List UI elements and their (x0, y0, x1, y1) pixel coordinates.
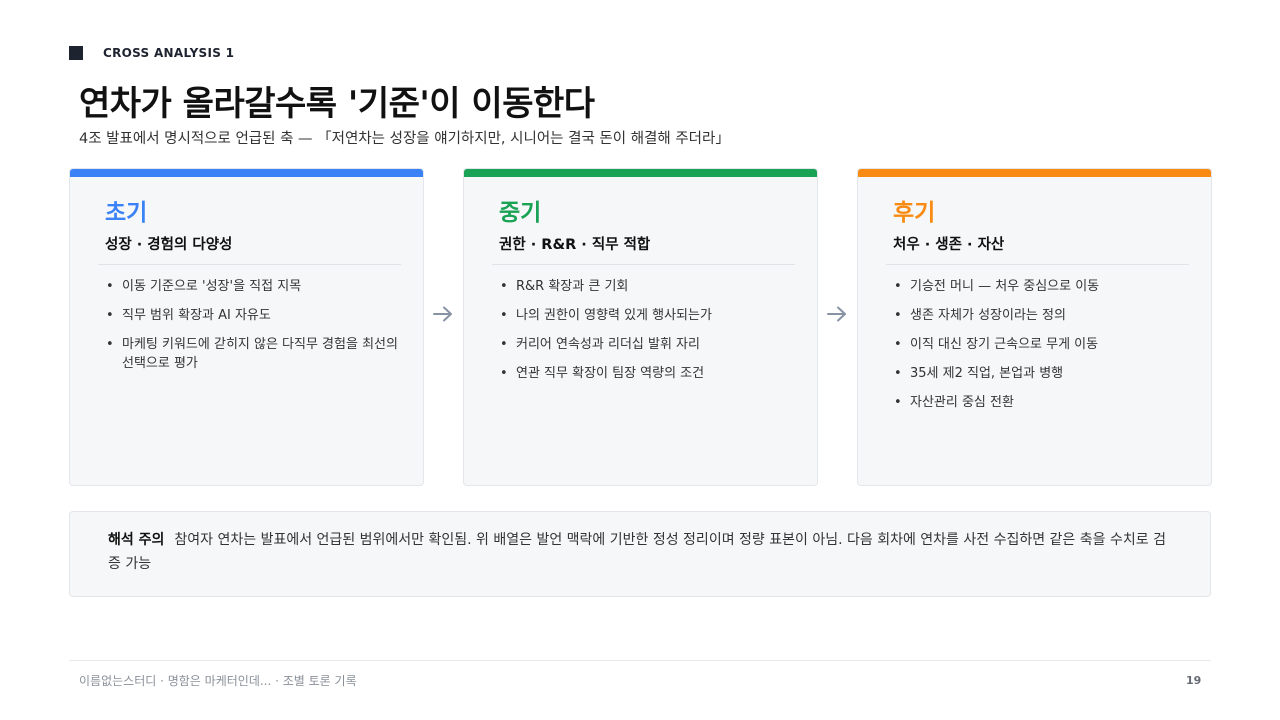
list-item: R&R 확장과 큰 기회 (500, 277, 793, 296)
page-subtitle: 4조 발표에서 명시적으로 언급된 축 — 「저연차는 성장을 얘기하지만, 시… (79, 131, 730, 147)
card-accent-bar (70, 169, 423, 177)
list-item: 나의 권한이 영향력 있게 행사되는가 (500, 306, 793, 325)
list-item: 연관 직무 확장이 팀장 역량의 조건 (500, 364, 793, 383)
page-title: 연차가 올라갈수록 '기준'이 이동한다 (79, 84, 595, 124)
footer-text: 이름없는스터디 · 명함은 마케터인데... · 조별 토론 기록 (79, 674, 357, 688)
list-item: 마케팅 키워드에 갇히지 않은 다직무 경험을 최선의 선택으로 평가 (106, 335, 399, 373)
card-divider (886, 264, 1189, 265)
card-accent-bar (464, 169, 817, 177)
card-list: 기승전 머니 — 처우 중심으로 이동 생존 자체가 성장이라는 정의 이직 대… (894, 277, 1187, 422)
card-divider (492, 264, 795, 265)
card-phase-label: 후기 (893, 200, 936, 226)
page-number: 19 (1186, 674, 1202, 687)
note-label: 해석 주의 (108, 532, 165, 548)
list-item: 기승전 머니 — 처우 중심으로 이동 (894, 277, 1187, 296)
list-item: 직무 범위 확장과 AI 자유도 (106, 306, 399, 325)
card-list: R&R 확장과 큰 기회 나의 권한이 영향력 있게 행사되는가 커리어 연속성… (500, 277, 793, 393)
card-heading: 처우 · 생존 · 자산 (893, 237, 1005, 253)
list-item: 커리어 연속성과 리더십 발휘 자리 (500, 335, 793, 354)
interpretation-note: 해석 주의 참여자 연차는 발표에서 언급된 범위에서만 확인됨. 위 배열은 발… (69, 511, 1211, 597)
card-accent-bar (858, 169, 1211, 177)
card-heading: 권한 · R&R · 직무 적합 (499, 237, 651, 253)
card-list: 이동 기준으로 '성장'을 직접 지목 직무 범위 확장과 AI 자유도 마케팅… (106, 277, 399, 383)
eyebrow-square-icon (69, 46, 83, 60)
arrow-right-icon (431, 300, 455, 328)
arrow-right-icon (825, 300, 849, 328)
list-item: 자산관리 중심 전환 (894, 393, 1187, 412)
list-item: 이직 대신 장기 근속으로 무게 이동 (894, 335, 1187, 354)
card-late: 후기 처우 · 생존 · 자산 기승전 머니 — 처우 중심으로 이동 생존 자… (857, 168, 1212, 486)
note-text: 참여자 연차는 발표에서 언급된 범위에서만 확인됨. 위 배열은 발언 맥락에… (108, 532, 1166, 572)
eyebrow-label: CROSS ANALYSIS 1 (103, 46, 235, 60)
card-phase-label: 초기 (105, 200, 148, 226)
card-divider (98, 264, 401, 265)
list-item: 이동 기준으로 '성장'을 직접 지목 (106, 277, 399, 296)
card-heading: 성장 · 경험의 다양성 (105, 237, 233, 253)
footer-divider (69, 660, 1211, 661)
list-item: 생존 자체가 성장이라는 정의 (894, 306, 1187, 325)
eyebrow: CROSS ANALYSIS 1 (69, 46, 234, 60)
card-mid: 중기 권한 · R&R · 직무 적합 R&R 확장과 큰 기회 나의 권한이 … (463, 168, 818, 486)
card-early: 초기 성장 · 경험의 다양성 이동 기준으로 '성장'을 직접 지목 직무 범… (69, 168, 424, 486)
card-phase-label: 중기 (499, 200, 542, 226)
list-item: 35세 제2 직업, 본업과 병행 (894, 364, 1187, 383)
